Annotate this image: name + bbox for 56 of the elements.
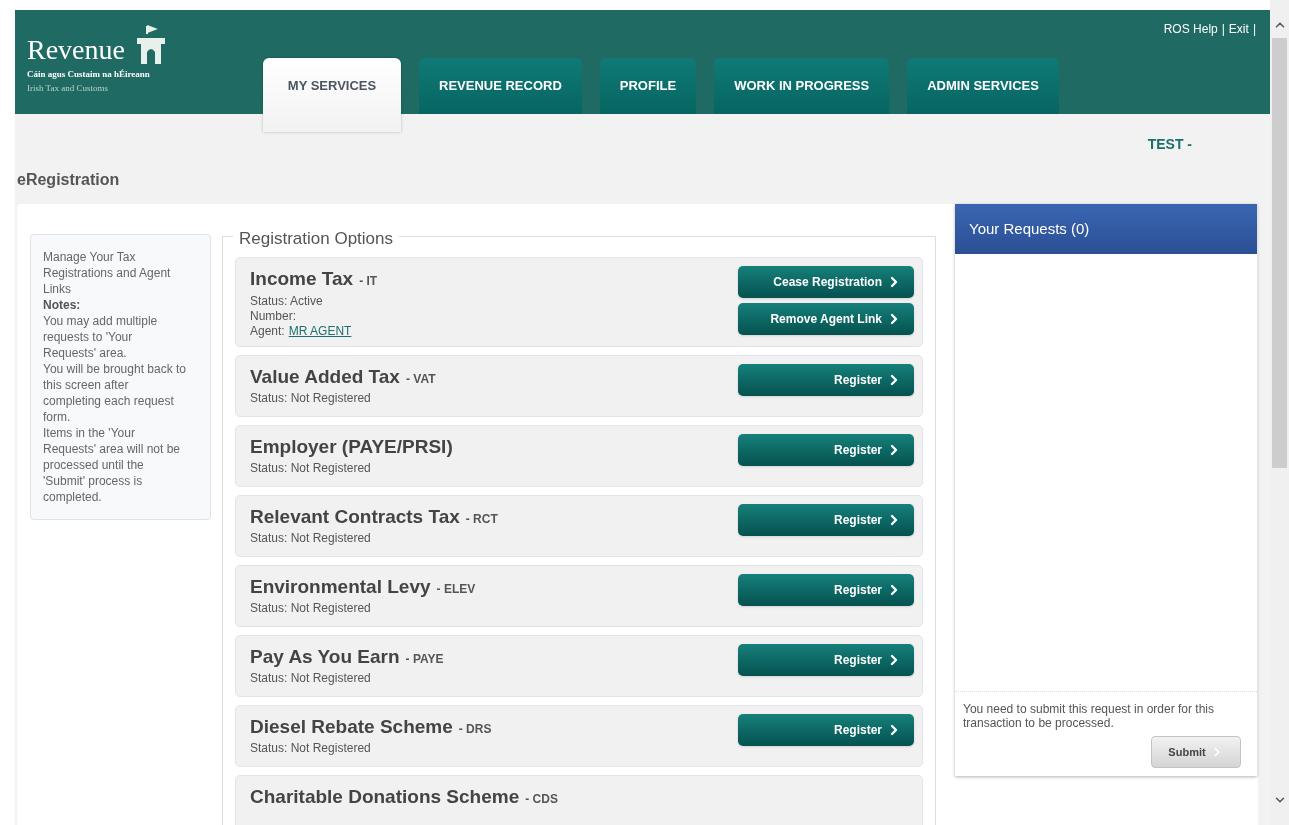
nav-tab[interactable]: PROFILE: [599, 58, 697, 114]
tax-code: - VAT: [405, 370, 436, 388]
action-button[interactable]: Register: [738, 433, 914, 466]
tax-code: - CDS: [525, 790, 558, 808]
tax-name: Environmental Levy: [250, 574, 431, 599]
status-text: Status: Not Registered: [250, 461, 372, 476]
action-button[interactable]: Remove Agent Link: [738, 303, 914, 335]
tax-name: Employer (PAYE/PRSI): [250, 434, 453, 459]
tax-name: Income Tax: [250, 267, 354, 291]
action-button[interactable]: Register: [738, 573, 914, 606]
user-label: TEST -: [1147, 134, 1192, 154]
status-text: Status: Not Registered: [250, 531, 372, 546]
tax-code: - DRS: [458, 720, 492, 738]
tax-code: - RCT: [465, 510, 498, 528]
nav-tab[interactable]: ADMIN SERVICES: [907, 58, 1059, 114]
logo-subtitle: Irish Tax and Customs: [27, 81, 109, 95]
requests-title: Your Requests (0): [969, 218, 1090, 239]
notes-text: Items in the 'Your Requests' area will not be processed until the 'Submit' process is completed.: [43, 425, 182, 505]
nav-tab[interactable]: MY SERVICES: [263, 58, 401, 132]
notes-text: You may add multiple requests to 'Your Requests' area.: [43, 313, 159, 361]
tax-code: - ELEV: [436, 580, 476, 598]
tax-name: Charitable Donations Scheme: [250, 784, 520, 809]
header-link[interactable]: ROS Help: [1163, 20, 1218, 38]
nav-tab[interactable]: REVENUE RECORD: [419, 58, 582, 114]
number-label: Number:: [250, 308, 297, 324]
tax-name: Relevant Contracts Tax: [250, 504, 460, 529]
notes-text: You will be brought back to this screen after completing each request form.: [43, 361, 187, 425]
agent-label: Agent:: [250, 323, 285, 339]
logo-wordmark: Revenue: [27, 36, 125, 64]
action-button[interactable]: Register: [738, 643, 914, 676]
header-link[interactable]: Exit: [1228, 20, 1249, 38]
tax-name: Value Added Tax: [250, 364, 400, 389]
link-separator: |: [1221, 21, 1225, 38]
tax-code: - IT: [359, 273, 378, 290]
link-separator: |: [1252, 21, 1256, 38]
action-button[interactable]: Register: [738, 503, 914, 536]
tax-name: Diesel Rebate Scheme: [250, 714, 453, 739]
status-text: Status: Not Registered: [250, 741, 372, 756]
nav-tab[interactable]: WORK IN PROGRESS: [714, 58, 890, 114]
scrollbar-thumb[interactable]: [1272, 38, 1287, 468]
status-text: Status: Not Registered: [250, 671, 372, 686]
action-button[interactable]: Cease Registration: [738, 266, 914, 298]
logo-subtitle: Cáin agus Custaim na hÉireann: [27, 68, 151, 81]
tax-name: Pay As You Earn: [250, 644, 400, 669]
action-button[interactable]: Register: [738, 713, 914, 746]
tax-code: - PAYE: [405, 650, 444, 668]
notes-heading: Notes:: [43, 297, 82, 313]
status-text: Status: Active: [250, 293, 324, 309]
status-text: Status: Not Registered: [250, 391, 372, 406]
submit-button[interactable]: Submit: [1151, 736, 1241, 768]
action-button[interactable]: Register: [738, 363, 914, 396]
submit-message: You need to submit this request in order for this transaction to be processed.: [963, 702, 1216, 730]
page-title: eRegistration: [16, 170, 121, 190]
notes-intro: Manage Your Tax Registrations and Agent Links: [43, 249, 172, 297]
status-text: Status: Not Registered: [250, 601, 372, 616]
agent-link[interactable]: MR AGENT: [288, 323, 352, 339]
